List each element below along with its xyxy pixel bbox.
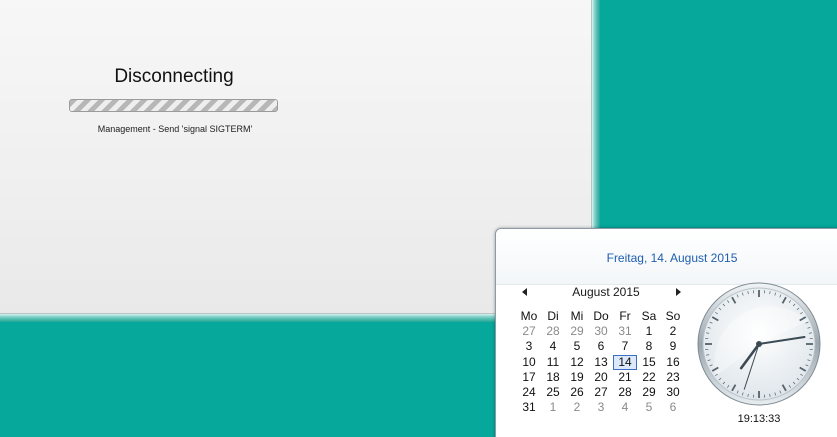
previous-month-icon[interactable] (522, 288, 527, 296)
calendar-day[interactable]: 30 (589, 324, 613, 339)
weekday-header: Fr (619, 309, 631, 323)
calendar-day[interactable]: 3 (589, 400, 613, 415)
calendar-day[interactable]: 23 (661, 370, 685, 385)
next-month-icon[interactable] (676, 288, 681, 296)
calendar-day[interactable]: 2 (661, 324, 685, 339)
calendar-day[interactable]: 1 (637, 324, 661, 339)
calendar-day[interactable]: 20 (589, 370, 613, 385)
calendar-day[interactable]: 28 (613, 385, 637, 400)
calendar-day[interactable]: 8 (637, 339, 661, 354)
calendar-day[interactable]: 12 (565, 355, 589, 370)
calendar-day[interactable]: 27 (517, 324, 541, 339)
month-navigation: August 2015 (516, 285, 686, 303)
calendar-day[interactable]: 4 (541, 339, 565, 354)
calendar-day[interactable]: 18 (541, 370, 565, 385)
calendar-day[interactable]: 5 (565, 339, 589, 354)
flyout-header: Freitag, 14. August 2015 (496, 229, 837, 285)
calendar-day[interactable]: 4 (613, 400, 637, 415)
progress-bar (69, 99, 278, 112)
calendar-day[interactable]: 2 (565, 400, 589, 415)
calendar-day[interactable]: 25 (541, 385, 565, 400)
status-detail: Management - Send 'signal SIGTERM' (97, 124, 253, 134)
weekday-header: Mo (520, 309, 538, 323)
calendar-day[interactable]: 30 (661, 385, 685, 400)
calendar-day[interactable]: 6 (589, 339, 613, 354)
clock-calendar-flyout: Freitag, 14. August 2015 August 2015 Mo D… (495, 228, 837, 437)
calendar-day[interactable]: 22 (637, 370, 661, 385)
calendar-day[interactable]: 5 (637, 400, 661, 415)
calendar-day[interactable]: 3 (517, 339, 541, 354)
digital-time: 19:13:33 (737, 413, 781, 425)
calendar-day[interactable]: 1 (541, 400, 565, 415)
progress-fill (70, 100, 277, 111)
weekday-header: Mi (570, 309, 584, 323)
calendar-day[interactable]: 15 (637, 355, 661, 370)
calendar-day[interactable]: 9 (661, 339, 685, 354)
weekday-header: Di (547, 309, 559, 323)
calendar-day[interactable]: 10 (517, 355, 541, 370)
calendar-grid: Mo Di Mi Do Fr Sa So 27 28 29 30 31 1 2 3 4 5 6 7 8 9 10 11 12 1… (517, 309, 685, 415)
calendar-day[interactable]: 21 (613, 370, 637, 385)
calendar-day[interactable]: 19 (565, 370, 589, 385)
current-date-link[interactable]: Freitag, 14. August 2015 (496, 251, 837, 265)
calendar-day[interactable]: 31 (613, 324, 637, 339)
calendar-day[interactable]: 6 (661, 400, 685, 415)
calendar-day[interactable]: 13 (589, 355, 613, 370)
calendar-day[interactable]: 7 (613, 339, 637, 354)
calendar-day[interactable]: 31 (517, 400, 541, 415)
month-title[interactable]: August 2015 (546, 285, 666, 299)
calendar-day[interactable]: 27 (589, 385, 613, 400)
weekday-header: So (665, 309, 681, 323)
status-title: Disconnecting (114, 66, 234, 87)
calendar-day[interactable]: 24 (517, 385, 541, 400)
calendar-day[interactable]: 29 (637, 385, 661, 400)
calendar-day[interactable]: 16 (661, 355, 685, 370)
calendar-day[interactable]: 29 (565, 324, 589, 339)
calendar-day[interactable]: 14 (613, 354, 637, 370)
calendar-day[interactable]: 17 (517, 370, 541, 385)
calendar-day[interactable]: 26 (565, 385, 589, 400)
weekday-header: Do (593, 309, 609, 323)
calendar-day[interactable]: 28 (541, 324, 565, 339)
weekday-header: Sa (641, 309, 657, 323)
analog-clock (697, 282, 821, 406)
calendar-day[interactable]: 11 (541, 355, 565, 370)
